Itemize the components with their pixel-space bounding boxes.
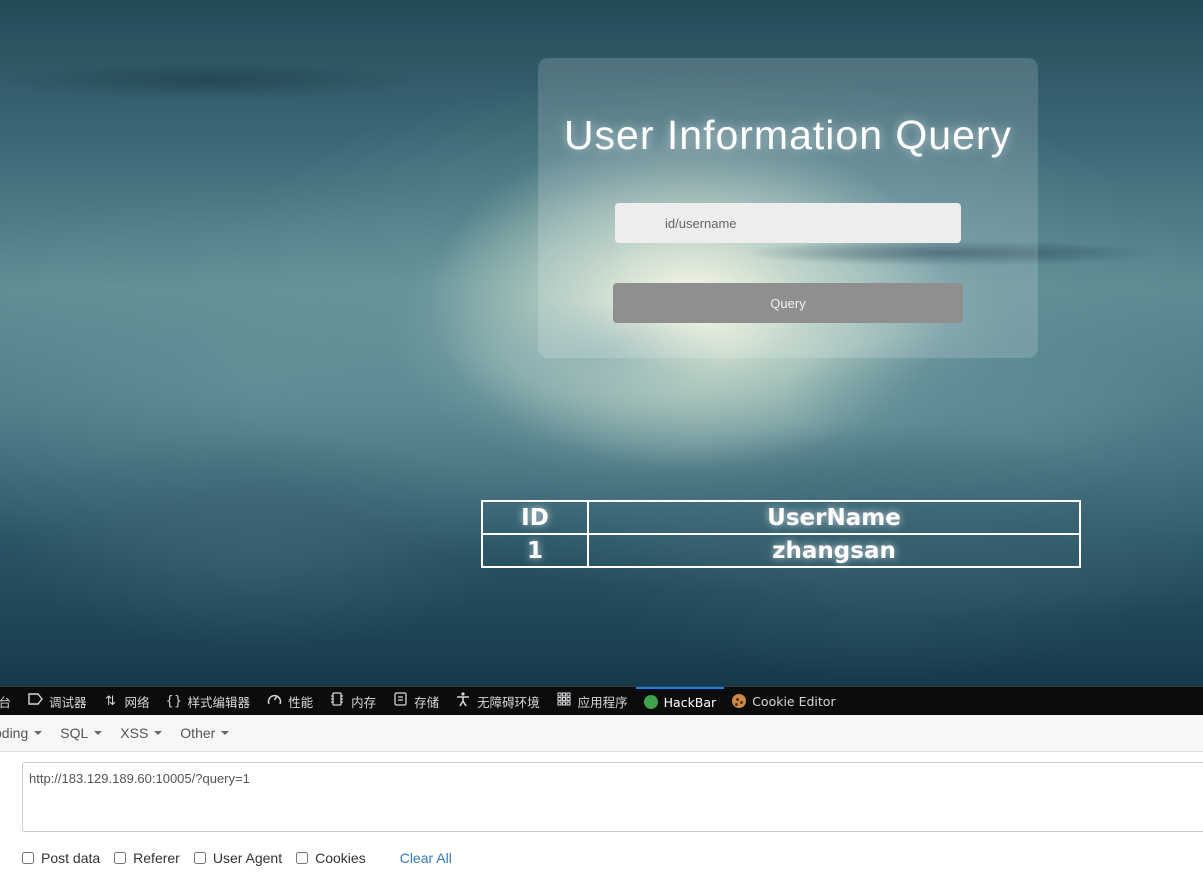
tab-label: Cookie Editor (752, 693, 836, 709)
hackbar-menu: oding SQL XSS Other (0, 715, 1203, 752)
option-referer[interactable]: Referer (114, 850, 180, 866)
option-label: Post data (41, 850, 101, 866)
devtools-panel: 制台 调试器 ⇅ 网络 {} 样式编辑器 性能 内存 (0, 686, 1203, 893)
caret-down-icon (154, 731, 163, 735)
storage-icon (392, 692, 408, 710)
query-input[interactable] (615, 203, 961, 243)
menu-encoding[interactable]: oding (0, 725, 43, 741)
tab-application[interactable]: 应用程序 (548, 687, 636, 715)
tab-label: 无障碍环境 (477, 694, 540, 710)
option-label: Cookies (315, 850, 366, 866)
application-icon (556, 692, 572, 710)
option-label: User Agent (212, 850, 283, 866)
tab-label: 样式编辑器 (187, 694, 251, 710)
style-editor-icon: {} (165, 693, 183, 709)
tab-label: 应用程序 (577, 694, 628, 710)
menu-label: SQL (60, 725, 89, 741)
caret-down-icon (94, 731, 103, 735)
referer-checkbox[interactable] (114, 852, 127, 864)
tab-label: 调试器 (49, 694, 87, 710)
tab-hackbar[interactable]: HackBar (635, 687, 725, 715)
option-cookies[interactable]: Cookies (296, 850, 366, 866)
tab-debugger[interactable]: 调试器 (19, 687, 95, 715)
cloud-decoration (0, 60, 420, 100)
menu-label: oding (0, 725, 29, 741)
tab-label: 制台 (0, 692, 11, 711)
tab-label: 网络 (124, 694, 150, 710)
cookie-icon (732, 694, 747, 708)
menu-sql[interactable]: SQL (60, 725, 103, 741)
option-user-agent[interactable]: User Agent (193, 850, 283, 866)
tab-label: 性能 (288, 694, 314, 710)
debugger-icon (27, 693, 43, 709)
tab-storage[interactable]: 存储 (384, 687, 447, 715)
memory-icon (329, 692, 345, 710)
clear-all-link[interactable]: Clear All (400, 850, 452, 866)
tab-label: HackBar (663, 694, 717, 710)
tab-style-editor[interactable]: {} 样式编辑器 (158, 687, 259, 715)
query-button[interactable]: Query (613, 283, 963, 323)
tab-accessibility[interactable]: 无障碍环境 (447, 687, 548, 715)
table-header-row: ID UserName (481, 500, 1081, 535)
menu-label: Other (180, 725, 216, 741)
hackbar-options: Post data Referer User Agent Cookies Cle… (22, 850, 452, 866)
option-post-data[interactable]: Post data (22, 850, 100, 866)
tab-label: 存储 (414, 694, 440, 710)
caret-down-icon (34, 731, 43, 735)
tab-network[interactable]: ⇅ 网络 (95, 687, 158, 715)
cookies-checkbox[interactable] (296, 852, 309, 864)
tab-performance[interactable]: 性能 (258, 687, 321, 715)
column-header-id: ID (481, 500, 589, 535)
cloud-decoration (0, 430, 520, 650)
option-label: Referer (133, 850, 180, 866)
tab-cookie-editor[interactable]: Cookie Editor (724, 687, 843, 715)
cell-id: 1 (481, 533, 589, 568)
tab-console[interactable]: 制台 (0, 687, 19, 715)
tab-memory[interactable]: 内存 (321, 687, 384, 715)
post-data-checkbox[interactable] (22, 852, 34, 864)
column-header-username: UserName (587, 500, 1081, 535)
query-form-card: Query (538, 58, 1038, 358)
devtools-tabbar: 制台 调试器 ⇅ 网络 {} 样式编辑器 性能 内存 (0, 686, 1203, 715)
cell-username: zhangsan (587, 533, 1081, 568)
user-agent-checkbox[interactable] (193, 852, 206, 864)
network-icon: ⇅ (105, 693, 116, 709)
table-row: 1 zhangsan (481, 533, 1081, 568)
web-page: User Information Query Query ID UserName… (0, 0, 1203, 686)
menu-label: XSS (120, 725, 149, 741)
url-field[interactable]: http://183.129.189.60:10005/?query=1 (22, 762, 1203, 832)
performance-icon (266, 692, 282, 710)
menu-other[interactable]: Other (180, 725, 230, 741)
tab-label: 内存 (351, 694, 377, 710)
accessibility-icon (455, 691, 471, 711)
result-table: ID UserName 1 zhangsan (481, 500, 1081, 568)
menu-xss[interactable]: XSS (120, 725, 163, 741)
caret-down-icon (221, 731, 230, 735)
hackbar-icon (643, 695, 658, 709)
